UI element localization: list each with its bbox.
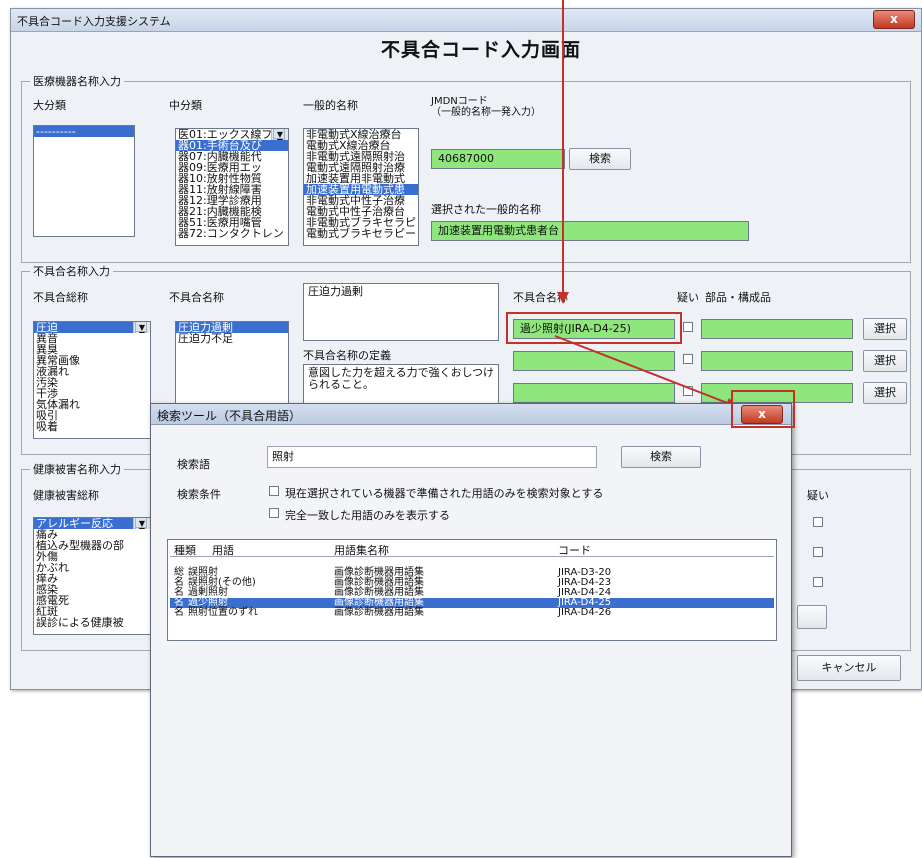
condition-checkbox-2[interactable] [269, 508, 279, 518]
arrow-line-right [554, 335, 731, 405]
search-term-label: 検索語 [177, 458, 210, 471]
column-term: 用語 [212, 544, 234, 557]
cell-kind: 名 [174, 607, 184, 618]
dialog-titlebar: 検索ツール（不具合用語） x [151, 404, 791, 425]
column-kind: 種類 [174, 544, 196, 557]
search-dialog: 検索ツール（不具合用語） x 検索語 照射 検索 検索条件 現在選択されている機… [150, 390, 795, 857]
condition-text-2: 完全一致した用語のみを表示する [285, 509, 450, 522]
table-row[interactable]: 名誤照射(その他) 画像診断機器用語集 JIRA-D4-23 [170, 578, 774, 588]
result-list-header: 種類 用語 用語集名称 コード [170, 542, 774, 557]
table-row[interactable]: 名過少照射 画像診断機器用語集 JIRA-D4-25 [170, 598, 774, 608]
arrow-head-down [557, 292, 569, 304]
column-term-set: 用語集名称 [334, 544, 389, 557]
search-term-input[interactable]: 照射 [267, 446, 597, 468]
cell-set: 画像診断機器用語集 [334, 607, 424, 618]
cell-term: 照射位置のずれ [188, 607, 258, 618]
dialog-title: 検索ツール（不具合用語） [157, 409, 302, 423]
highlight-dialog-close [731, 390, 795, 428]
table-row[interactable]: 総誤照射 画像診断機器用語集 JIRA-D3-20 [170, 568, 774, 578]
dialog-search-button[interactable]: 検索 [621, 446, 701, 468]
search-result-list[interactable]: 種類 用語 用語集名称 コード 総誤照射 画像診断機器用語集 JIRA-D3-20 名… [167, 539, 777, 641]
table-row[interactable]: 名照射位置のずれ 画像診断機器用語集 JIRA-D4-26 [170, 608, 774, 618]
condition-text-1: 現在選択されている機器で準備された用語のみを検索対象とする [285, 487, 604, 500]
table-row[interactable]: 名過剰照射 画像診断機器用語集 JIRA-D4-24 [170, 588, 774, 598]
condition-checkbox-1[interactable] [269, 486, 279, 496]
column-code: コード [558, 544, 591, 557]
cell-code: JIRA-D4-26 [558, 607, 612, 618]
search-condition-label: 検索条件 [177, 488, 221, 501]
